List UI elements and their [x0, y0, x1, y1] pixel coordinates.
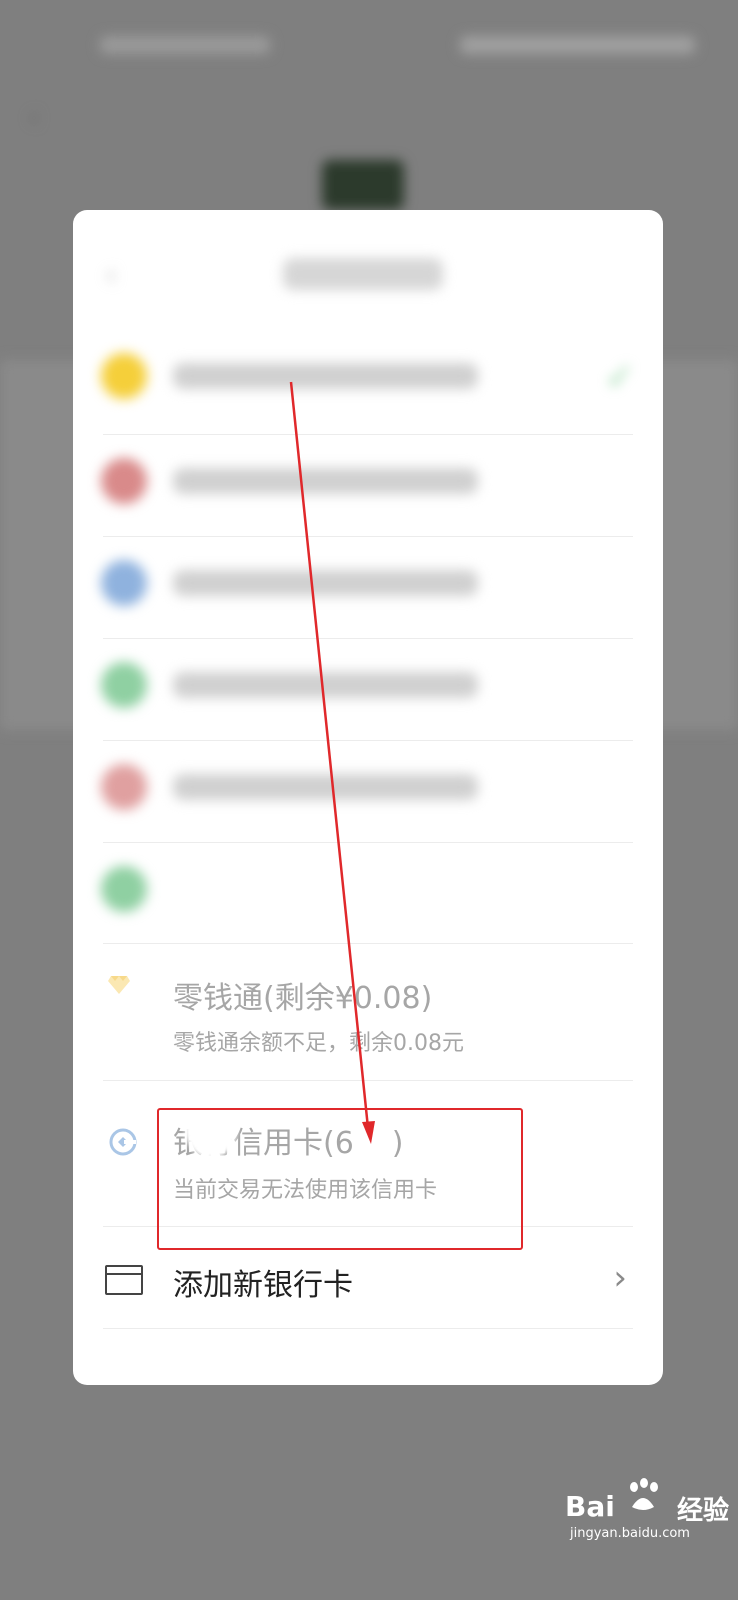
- payment-method-label: [173, 774, 478, 800]
- credit-card-subtitle: 当前交易无法使用该信用卡: [173, 1178, 438, 1203]
- watermark-brand: Bai: [565, 1490, 615, 1523]
- payment-method-label: [173, 468, 478, 494]
- payment-method-label: [173, 363, 478, 389]
- divider: [103, 1328, 633, 1329]
- payment-method-row-3[interactable]: [73, 532, 663, 636]
- payment-method-row-5[interactable]: [73, 736, 663, 840]
- card-icon: [105, 1265, 143, 1295]
- payment-method-row-4[interactable]: [73, 634, 663, 738]
- payment-method-dialog: ‹ ✓ 零钱通(剩余¥0.08) 零钱通余额不足，剩余0.08元 银行信用卡(6…: [73, 210, 663, 1385]
- dialog-header: ‹: [73, 210, 663, 340]
- watermark-jingyan: 经验: [677, 1496, 730, 1526]
- status-bar-left: [100, 36, 270, 54]
- change-wallet-title: 零钱通(剩余¥0.08): [173, 981, 433, 1016]
- back-icon[interactable]: ‹: [105, 261, 123, 291]
- chevron-right-icon: ›: [613, 1258, 627, 1298]
- redaction-blob: [417, 1102, 475, 1158]
- credit-card-title-suffix: ): [391, 1126, 404, 1161]
- watermark-url: jingyan.baidu.com: [570, 1526, 690, 1541]
- diamond-icon: [107, 975, 131, 995]
- payment-method-icon: [101, 866, 147, 912]
- payment-method-icon: [101, 764, 147, 810]
- background-back-icon: ‹: [28, 100, 40, 135]
- payment-method-icon: [101, 662, 147, 708]
- payment-method-row-2[interactable]: [73, 430, 663, 534]
- payment-method-label: [173, 570, 478, 596]
- add-bank-card-row[interactable]: 添加新银行卡 ›: [73, 1230, 663, 1330]
- merchant-logo: [322, 160, 404, 210]
- redacted-card-label: [168, 855, 498, 915]
- dialog-title: [283, 258, 443, 290]
- bank-logo-icon: [109, 1128, 137, 1156]
- status-bar: [0, 30, 738, 66]
- baidu-watermark: Bai 经验 jingyan.baidu.com: [565, 1470, 729, 1545]
- payment-method-icon: [101, 353, 147, 399]
- divider: [103, 943, 633, 944]
- add-bank-card-label: 添加新银行卡: [173, 1268, 353, 1303]
- divider: [103, 1080, 633, 1081]
- payment-method-icon: [101, 560, 147, 606]
- change-wallet-subtitle: 零钱通余额不足，剩余0.08元: [173, 1031, 464, 1056]
- payment-method-label: [173, 672, 478, 698]
- status-bar-right: [460, 36, 695, 54]
- check-icon: ✓: [604, 357, 635, 398]
- paw-icon: [630, 1478, 658, 1510]
- divider: [103, 1226, 633, 1227]
- payment-method-row-1[interactable]: ✓: [73, 325, 663, 429]
- redaction-blob: [185, 1100, 237, 1158]
- payment-method-icon: [101, 458, 147, 504]
